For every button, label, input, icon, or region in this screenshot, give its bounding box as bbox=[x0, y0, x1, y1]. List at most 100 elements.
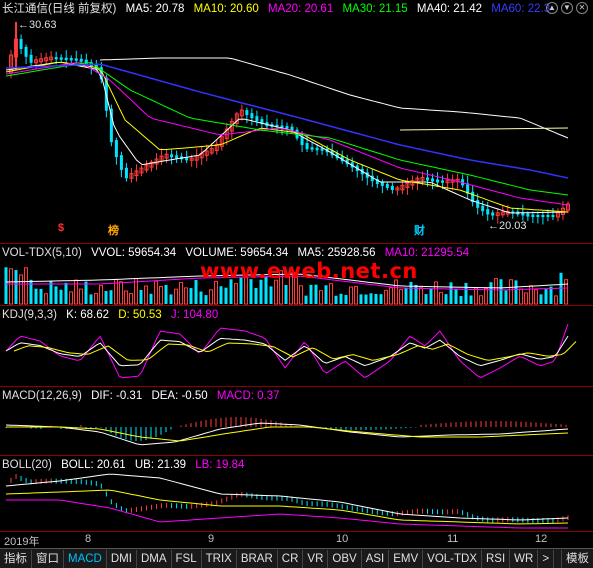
tab-trix[interactable]: TRIX bbox=[202, 549, 237, 568]
price-candle-body bbox=[74, 58, 78, 61]
tab-emv[interactable]: EMV bbox=[389, 549, 424, 568]
ma10-value: MA10: 20.60 bbox=[193, 3, 259, 15]
volume-bar bbox=[304, 295, 308, 304]
volume-bar bbox=[119, 281, 123, 305]
volume-panel[interactable]: VOL-TDX(5,10) VVOL: 59654.34 VOLUME: 596… bbox=[0, 244, 593, 305]
price-candle-body bbox=[245, 110, 249, 116]
kdj-d-value: D: 50.53 bbox=[118, 309, 162, 321]
volume-bar bbox=[404, 287, 408, 304]
boll-ub-line bbox=[5, 473, 569, 521]
kdj-name: KDJ(9,3,3) bbox=[2, 309, 57, 321]
volume-bar bbox=[24, 267, 28, 305]
volume-bar bbox=[104, 291, 108, 304]
price-chart[interactable] bbox=[0, 0, 593, 243]
volume-bar bbox=[389, 287, 393, 305]
low-price-label: ←20.03 bbox=[488, 220, 527, 232]
price-candle-body bbox=[546, 215, 550, 217]
volume-bar bbox=[509, 279, 513, 305]
dividend-marker[interactable]: $ bbox=[58, 222, 64, 234]
tab-obv[interactable]: OBV bbox=[328, 549, 362, 568]
boll-lb-value: LB: 19.84 bbox=[195, 459, 245, 471]
tab-cr[interactable]: CR bbox=[278, 549, 304, 568]
tab-fsl[interactable]: FSL bbox=[172, 549, 202, 568]
price-candle-body bbox=[170, 154, 174, 158]
volume-bar bbox=[269, 286, 273, 304]
volume-bar bbox=[29, 279, 33, 304]
vvol-value: VVOL: 59654.34 bbox=[91, 247, 177, 259]
ma10-line bbox=[5, 61, 569, 213]
volume-bar bbox=[524, 292, 528, 305]
volume-bar bbox=[44, 293, 48, 305]
tab-vr[interactable]: VR bbox=[303, 549, 329, 568]
macd-dif-line bbox=[5, 422, 569, 446]
ma30-value: MA30: 21.15 bbox=[342, 3, 408, 15]
volume-bar bbox=[64, 282, 68, 304]
volume-bar bbox=[514, 280, 518, 304]
volume-bar bbox=[449, 282, 453, 304]
axis-label-aug: 8 bbox=[85, 533, 92, 545]
price-candle-body bbox=[84, 59, 88, 65]
ma20-value: MA20: 20.61 bbox=[268, 3, 334, 15]
scroll-up-icon[interactable]: ▲ bbox=[546, 2, 558, 14]
volume-bar bbox=[369, 293, 373, 304]
close-icon[interactable]: ✕ bbox=[576, 2, 588, 14]
volume-bar bbox=[164, 285, 168, 304]
volume-bar bbox=[189, 288, 193, 304]
volume-bar bbox=[429, 288, 433, 304]
volume-bar bbox=[144, 285, 148, 305]
kdj-k-line bbox=[5, 335, 569, 367]
tab-template[interactable]: 模板 bbox=[561, 549, 593, 568]
volume-bar bbox=[364, 294, 368, 304]
tab-dmi[interactable]: DMI bbox=[107, 549, 137, 568]
axis-label-sep: 9 bbox=[208, 533, 215, 545]
boll-panel[interactable]: BOLL(20) BOLL: 20.61 UB: 21.39 LB: 19.84 bbox=[0, 456, 593, 531]
tab-voltdx[interactable]: VOL-TDX bbox=[423, 549, 482, 568]
volume-bar bbox=[69, 291, 73, 305]
volume-bar bbox=[34, 288, 38, 304]
ma60-value: MA60: 22.3 bbox=[491, 3, 551, 15]
price-candle-body bbox=[436, 179, 440, 183]
volume-bar bbox=[539, 294, 543, 304]
price-candle-body bbox=[124, 167, 128, 179]
tab-dma[interactable]: DMA bbox=[137, 549, 172, 568]
volume-bar bbox=[374, 293, 378, 304]
volume-bar bbox=[254, 287, 258, 304]
volume-bar bbox=[329, 283, 333, 305]
macd-dif-value: DIF: -0.31 bbox=[91, 390, 143, 402]
volume-bar bbox=[454, 288, 458, 304]
price-candle-body bbox=[305, 143, 309, 150]
price-candle-body bbox=[426, 177, 429, 181]
volume-bar bbox=[489, 282, 493, 304]
tab-wr[interactable]: WR bbox=[510, 549, 539, 568]
tab-rsi[interactable]: RSI bbox=[482, 549, 511, 568]
volume-bar bbox=[134, 278, 138, 305]
macd-panel[interactable]: MACD(12,26,9) DIF: -0.31 DEA: -0.50 MACD… bbox=[0, 387, 593, 455]
volume-bar bbox=[199, 291, 203, 304]
boll-ub-value: UB: 21.39 bbox=[134, 459, 186, 471]
volume-bar bbox=[314, 284, 318, 304]
volume-bar bbox=[99, 284, 103, 305]
volume-bar bbox=[124, 290, 128, 305]
tab-asi[interactable]: ASI bbox=[362, 549, 390, 568]
indicator-tab-bar: 指标 窗口 MACD DMI DMA FSL TRIX BRAR CR VR OBV ASI EMV VO… bbox=[0, 548, 593, 568]
volume-bar bbox=[359, 294, 363, 304]
tab-more[interactable]: > bbox=[538, 549, 555, 568]
stock-title: 长江通信(日线 前复权) bbox=[2, 3, 117, 15]
boll-lb-line bbox=[6, 499, 568, 529]
tab-window[interactable]: 窗口 bbox=[32, 549, 64, 568]
tab-brar[interactable]: BRAR bbox=[237, 549, 278, 568]
price-panel[interactable]: 长江通信(日线 前复权) MA5: 20.78 MA10: 20.60 MA20… bbox=[0, 0, 593, 243]
finance-marker[interactable]: 财 bbox=[414, 222, 425, 238]
volume-bar bbox=[94, 293, 98, 305]
tab-indicator[interactable]: 指标 bbox=[0, 549, 32, 568]
ranking-marker[interactable]: 榜 bbox=[108, 222, 119, 238]
macd-name: MACD(12,26,9) bbox=[2, 390, 82, 402]
volume-bar bbox=[19, 274, 23, 305]
tab-macd[interactable]: MACD bbox=[64, 549, 107, 568]
scroll-down-icon[interactable]: ▼ bbox=[561, 2, 573, 14]
volume-bar bbox=[319, 290, 323, 305]
price-candle-body bbox=[255, 116, 259, 122]
price-candle-body bbox=[114, 140, 118, 158]
kdj-panel[interactable]: KDJ(9,3,3) K: 68.62 D: 50.53 J: 104.80 bbox=[0, 306, 593, 386]
volume-bar bbox=[399, 289, 403, 305]
